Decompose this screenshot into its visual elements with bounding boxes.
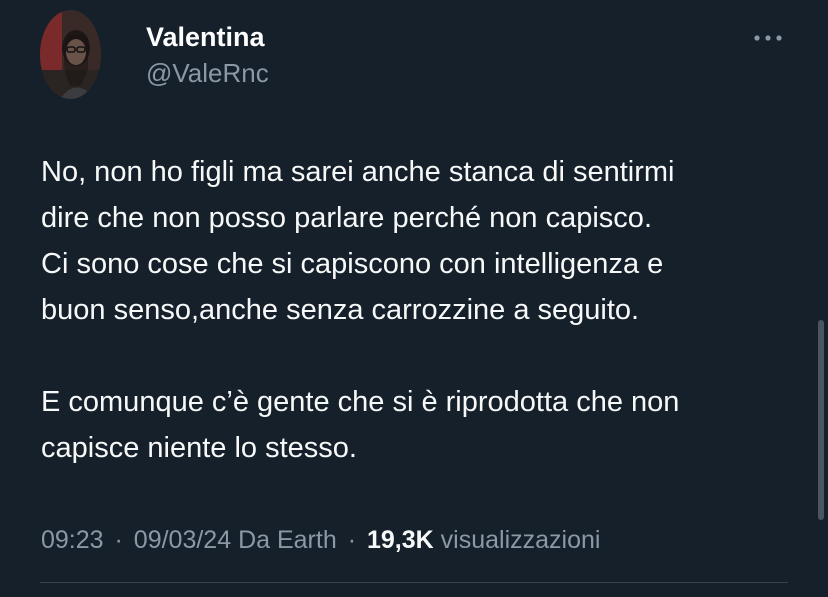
author-display-name[interactable]: Valentina [146,20,265,54]
tweet-source: Da Earth [238,526,337,554]
tweet-detail: Valentina @ValeRnc No, non ho figli ma s… [0,0,828,597]
tweet-paragraph: No, non ho figli ma sarei anche stanca d… [41,156,675,326]
meta-separator: · [114,526,123,554]
author-handle[interactable]: @ValeRnc [146,57,269,89]
meta-separator: · [347,526,357,554]
tweet-text: No, non ho figli ma sarei anche stanca d… [41,149,811,471]
views-count[interactable]: 19,3K [367,526,434,554]
tweet-date[interactable]: 09/03/24 [134,526,231,554]
tweet-meta: 09:23 · 09/03/24 Da Earth · 19,3K visual… [41,522,600,558]
tweet-time[interactable]: 09:23 [41,526,104,554]
more-options-button[interactable] [748,24,788,52]
avatar[interactable] [40,10,101,99]
views-label: visualizzazioni [440,526,601,554]
scrollbar[interactable] [818,320,824,520]
avatar-photo [40,10,101,99]
ellipsis-horizontal-icon [754,35,782,41]
divider [40,582,788,583]
tweet-paragraph: E comunque c’è gente che si è riprodotta… [41,386,680,464]
